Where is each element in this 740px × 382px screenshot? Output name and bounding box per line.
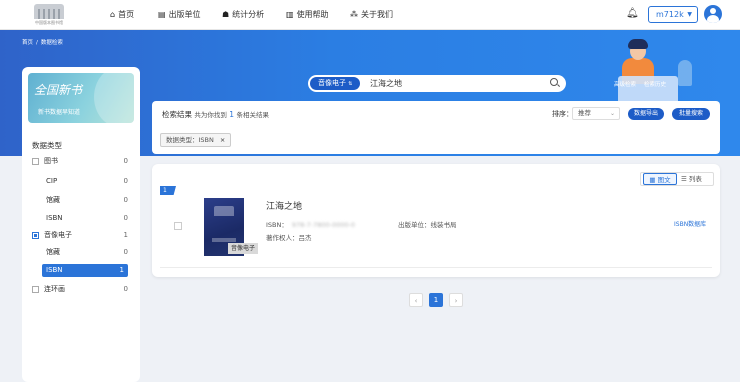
- result-checkbox[interactable]: [174, 222, 182, 230]
- close-icon[interactable]: ×: [220, 136, 225, 144]
- filter-isbn[interactable]: ISBN 0: [22, 212, 140, 225]
- nav-statistics[interactable]: ☗ 统计分析: [222, 9, 264, 20]
- book-icon: ▤: [158, 10, 166, 19]
- filter-sidebar: 全国新书 新书数据早知道 数据类型 图书 0 CIP 0 馆藏 0 ISBN 0…: [22, 67, 140, 382]
- search-bar: 音像电子 ⇅ 江海之地: [308, 75, 566, 92]
- breadcrumb: 首页 / 数据检索: [22, 38, 66, 46]
- chevron-down-icon: ⌄: [609, 110, 615, 117]
- filter-cip[interactable]: CIP 0: [22, 175, 140, 188]
- grid-view-button[interactable]: ▦ 图文: [643, 173, 677, 185]
- nav-about[interactable]: ⁂ 关于我们: [350, 9, 393, 20]
- result-index-badge: 1: [160, 186, 176, 195]
- breadcrumb-current: 数据检索: [40, 40, 63, 46]
- grid-icon: ▦: [649, 176, 656, 184]
- filter-chip: 数据类型：ISBN ×: [160, 133, 232, 147]
- results-list: ▦ 图文 ☰ 列表 1 音像电子 江海之地 ISBN： 978-7-7800-00…: [152, 164, 720, 277]
- filter-av-isbn[interactable]: ISBN 1: [42, 264, 128, 277]
- network-icon: ⁂: [350, 10, 358, 19]
- search-input[interactable]: 江海之地: [370, 75, 402, 92]
- nav-publishers[interactable]: ▤ 出版单位: [158, 9, 201, 20]
- bell-icon[interactable]: 🔔︎: [626, 8, 639, 19]
- chevron-down-icon: ▼: [687, 11, 692, 18]
- filter-audio-video[interactable]: 音像电子 1: [22, 229, 140, 242]
- media-type-badge: 音像电子: [228, 243, 259, 254]
- filter-heading: 数据类型: [32, 141, 62, 150]
- result-publisher: 出版单位：线装书局: [398, 221, 457, 229]
- checkbox[interactable]: [32, 158, 39, 165]
- results-header-panel: 检索结果 共为你找到 1 条相关结果 排序： 推荐 ⌄ 数据导出 批量搜索 数据类…: [152, 101, 720, 154]
- results-count: 1: [229, 110, 235, 119]
- next-page-button[interactable]: ›: [449, 293, 463, 307]
- advanced-search-link[interactable]: 高级检索: [614, 80, 636, 88]
- avatar[interactable]: [704, 5, 722, 23]
- checkbox[interactable]: [32, 286, 39, 293]
- promo-title: 全国新书: [34, 83, 83, 97]
- library-building-icon: [34, 4, 64, 19]
- promo-subtitle: 新书数据早知道: [38, 109, 81, 116]
- site-logo[interactable]: 中国版本图书馆: [22, 3, 76, 27]
- page-1-button[interactable]: 1: [429, 293, 443, 307]
- checkbox[interactable]: [32, 232, 39, 239]
- prev-page-button[interactable]: ‹: [409, 293, 423, 307]
- filter-comics[interactable]: 连环画 0: [22, 283, 140, 296]
- result-author: 著作权人：吕杰: [266, 234, 312, 242]
- view-toggle: ▦ 图文 ☰ 列表: [640, 172, 714, 186]
- list-icon: ☰: [681, 175, 687, 183]
- breadcrumb-separator: /: [36, 40, 38, 46]
- help-book-icon: ▥: [286, 10, 294, 19]
- breadcrumb-home[interactable]: 首页: [22, 40, 33, 46]
- home-icon: ⌂: [110, 10, 116, 19]
- result-isbn: ISBN： 978-7-7800-0000-0: [266, 221, 356, 229]
- top-navigation-bar: 中国版本图书馆 ⌂ 首页 ▤ 出版单位 ☗ 统计分析 ▥ 使用帮助 ⁂ 关于我们 🔔︎ m…: [0, 0, 740, 30]
- sort-arrows-icon: ⇅: [348, 81, 353, 87]
- nav-help[interactable]: ▥ 使用帮助: [286, 9, 329, 20]
- users-icon: ☗: [222, 10, 230, 19]
- logo-text: 中国版本图书馆: [35, 20, 63, 25]
- search-history-link[interactable]: 检索历史: [644, 80, 666, 88]
- new-books-promo-card[interactable]: 全国新书 新书数据早知道: [28, 73, 134, 123]
- nav-home[interactable]: ⌂ 首页: [110, 9, 134, 20]
- filter-books[interactable]: 图书 0: [22, 155, 140, 168]
- sort-select[interactable]: 推荐 ⌄: [572, 107, 620, 120]
- batch-search-button[interactable]: 批量搜索: [672, 108, 710, 120]
- list-view-button[interactable]: ☰ 列表: [681, 173, 702, 185]
- export-button[interactable]: 数据导出: [628, 108, 664, 120]
- isbn-database-link[interactable]: ISBN数据库: [674, 219, 706, 228]
- sort-label: 排序：: [552, 110, 573, 118]
- divider: [160, 267, 712, 268]
- filter-av-collection[interactable]: 馆藏 0: [22, 246, 140, 259]
- search-icon[interactable]: [550, 78, 558, 86]
- banner-illustration: [598, 36, 708, 108]
- results-summary: 检索结果 共为你找到 1 条相关结果: [162, 110, 269, 119]
- user-menu-button[interactable]: m712k ▼: [648, 6, 698, 23]
- result-title[interactable]: 江海之地: [266, 199, 302, 212]
- filter-collection[interactable]: 馆藏 0: [22, 194, 140, 207]
- search-type-selector[interactable]: 音像电子 ⇅: [310, 77, 361, 90]
